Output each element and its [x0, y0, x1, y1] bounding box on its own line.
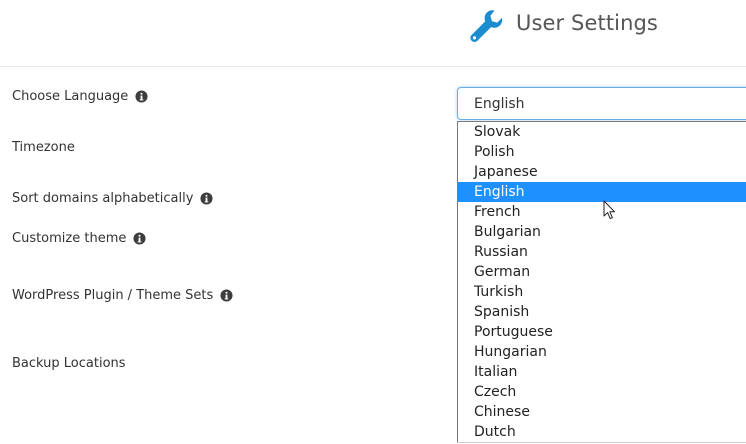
language-dropdown-list[interactable]: Slovak Polish Japanese English French Bu… — [457, 121, 746, 443]
info-icon[interactable] — [200, 192, 213, 205]
backup-locations-row: Backup Locations — [12, 356, 126, 371]
sort-domains-label: Sort domains alphabetically — [12, 191, 194, 206]
timezone-row: Timezone — [12, 140, 75, 155]
divider — [457, 442, 746, 443]
backup-locations-label: Backup Locations — [12, 356, 126, 371]
language-option[interactable]: Chinese — [458, 402, 746, 422]
language-option[interactable]: Slovak — [458, 122, 746, 142]
language-option[interactable]: French — [458, 202, 746, 222]
mouse-cursor-icon — [603, 200, 616, 220]
language-option[interactable]: Japanese — [458, 162, 746, 182]
language-option[interactable]: Dutch — [458, 422, 746, 442]
language-label: Choose Language — [12, 89, 129, 104]
wp-sets-row: WordPress Plugin / Theme Sets — [12, 288, 233, 303]
language-option-selected[interactable]: English — [458, 182, 746, 202]
language-option[interactable]: Hungarian — [458, 342, 746, 362]
sort-domains-row: Sort domains alphabetically — [12, 191, 213, 206]
customize-theme-label: Customize theme — [12, 231, 127, 246]
language-option[interactable]: Bulgarian — [458, 222, 746, 242]
wrench-icon — [470, 10, 503, 42]
page-header: User Settings — [0, 0, 746, 67]
language-select[interactable]: English — [457, 87, 746, 120]
language-select-value: English — [474, 96, 525, 112]
language-option[interactable]: Turkish — [458, 282, 746, 302]
language-option[interactable]: Russian — [458, 242, 746, 262]
language-option[interactable]: Italian — [458, 362, 746, 382]
language-option[interactable]: Spanish — [458, 302, 746, 322]
language-option[interactable]: Czech — [458, 382, 746, 402]
customize-theme-row: Customize theme — [12, 231, 146, 246]
language-option[interactable]: Portuguese — [458, 322, 746, 342]
page-title: User Settings — [516, 11, 658, 35]
timezone-label: Timezone — [12, 140, 75, 155]
info-icon[interactable] — [220, 289, 233, 302]
language-row: Choose Language — [12, 89, 148, 104]
user-settings-page: User Settings Choose Language Timezone S… — [0, 0, 746, 444]
language-option[interactable]: German — [458, 262, 746, 282]
wp-sets-label: WordPress Plugin / Theme Sets — [12, 288, 214, 303]
info-icon[interactable] — [135, 90, 148, 103]
info-icon[interactable] — [133, 232, 146, 245]
language-option[interactable]: Polish — [458, 142, 746, 162]
